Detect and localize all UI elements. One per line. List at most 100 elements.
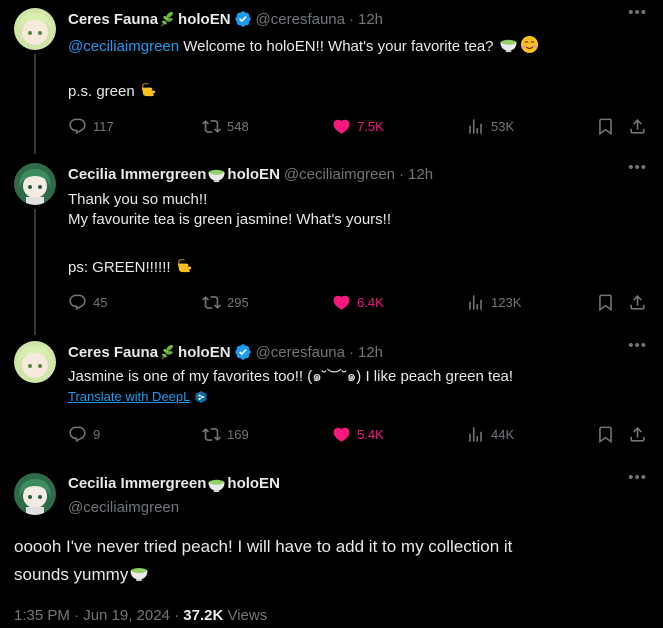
repost-count: 295 [227, 294, 249, 310]
reply-count: 117 [93, 118, 114, 134]
pointing-hand-icon [140, 80, 159, 99]
thread-line [34, 54, 36, 150]
reply-button[interactable]: 9 [68, 424, 100, 444]
author-name[interactable]: Cecilia Immergreen [68, 166, 206, 183]
author-name-suffix[interactable]: holoEN [178, 344, 231, 361]
focused-tweet: Cecilia Immergreen holoEN @ceciliaimgree… [0, 465, 663, 628]
tweet-text-line: p.s. green [68, 83, 135, 100]
repost-icon [202, 425, 221, 444]
repost-button[interactable]: 169 [202, 424, 249, 444]
tweet-1[interactable]: Ceres Fauna holoEN @ceresfauna · 12h •••… [0, 0, 663, 150]
pointing-hand-icon [176, 256, 195, 275]
tweet-text: ooooh I've never tried peach! I will hav… [14, 533, 614, 589]
more-icon[interactable]: ••• [628, 337, 647, 354]
action-bar: 117 548 7.5K 53K [68, 116, 658, 136]
bookmark-button[interactable] [596, 116, 615, 136]
tweet-text-line: ps: GREEN!!!!!! [68, 259, 171, 276]
timestamp[interactable]: 12h [408, 166, 433, 183]
avatar[interactable] [14, 163, 56, 205]
translate-label[interactable]: Translate with DeepL [68, 389, 190, 404]
repost-count: 169 [227, 426, 249, 442]
reply-icon [68, 117, 87, 136]
author-name-suffix[interactable]: holoEN [227, 166, 280, 183]
bookmark-icon [596, 425, 615, 444]
like-button[interactable]: 6.4K [332, 292, 384, 312]
share-icon [628, 293, 647, 312]
thread-line [34, 330, 36, 334]
views-label: Views [223, 607, 268, 624]
views-button[interactable]: 123K [466, 292, 521, 312]
author-name-line[interactable]: Cecilia Immergreen holoEN [68, 474, 280, 494]
repost-button[interactable]: 295 [202, 292, 249, 312]
like-button[interactable]: 5.4K [332, 424, 384, 444]
post-time[interactable]: 1:35 PM · Jun 19, 2024 · [14, 607, 183, 624]
matcha-bowl-icon [207, 165, 226, 184]
timestamp[interactable]: 12h [358, 344, 383, 361]
view-count: 44K [491, 426, 515, 442]
bookmark-button[interactable] [596, 292, 615, 312]
views-icon [466, 293, 485, 312]
translate-link[interactable]: Translate with DeepL [68, 389, 208, 404]
author-name-suffix[interactable]: holoEN [227, 474, 280, 494]
author-name-suffix[interactable]: holoEN [178, 11, 231, 28]
leaf-icon [159, 10, 177, 28]
tweet-3[interactable]: Ceres Fauna holoEN @ceresfauna · 12h •••… [0, 330, 663, 463]
thread-line [34, 150, 36, 154]
repost-icon [202, 117, 221, 136]
like-button[interactable]: 7.5K [332, 116, 384, 136]
share-icon [628, 117, 647, 136]
heart-icon [332, 293, 351, 312]
thread-line [34, 209, 36, 335]
leaf-icon [159, 343, 177, 361]
avatar[interactable] [14, 8, 56, 50]
matcha-bowl-icon [129, 563, 149, 583]
tweet-text-line-1: Thank you so much!! [68, 191, 208, 208]
action-bar: 9 169 5.4K 44K [68, 424, 658, 444]
reply-button[interactable]: 45 [68, 292, 107, 312]
author-name[interactable]: Ceres Fauna [68, 344, 158, 361]
tweet-text-ps: p.s. green [68, 80, 160, 102]
smiling-face-icon [520, 35, 539, 54]
tweet-2[interactable]: Cecilia Immergreen holoEN @ceciliaimgree… [0, 150, 663, 335]
reply-icon [68, 293, 87, 312]
author-handle[interactable]: @ceresfauna [256, 11, 345, 28]
views-icon [466, 425, 485, 444]
views-button[interactable]: 44K [466, 424, 514, 444]
view-count: 37.2K [183, 607, 224, 624]
reply-icon [68, 425, 87, 444]
share-button[interactable] [628, 424, 647, 444]
author-handle[interactable]: @ceciliaimgreen [68, 498, 280, 518]
author-name[interactable]: Ceres Fauna [68, 11, 158, 28]
share-button[interactable] [628, 116, 647, 136]
matcha-bowl-icon [499, 35, 518, 54]
author-name[interactable]: Cecilia Immergreen [68, 474, 206, 494]
view-count: 53K [491, 118, 515, 134]
more-icon[interactable]: ••• [628, 4, 647, 21]
bookmark-icon [596, 117, 615, 136]
tweet-text-line-1: ooooh I've never tried peach! I will hav… [14, 537, 513, 556]
more-icon[interactable]: ••• [628, 159, 647, 176]
separator-dot: · [349, 10, 354, 28]
reply-button[interactable]: 117 [68, 116, 114, 136]
timestamp[interactable]: 12h [358, 11, 383, 28]
deepl-icon [195, 390, 207, 403]
avatar[interactable] [14, 341, 56, 383]
author-handle[interactable]: @ceciliaimgreen [284, 166, 395, 183]
separator-dot: · [349, 343, 354, 361]
mention-link[interactable]: @ceciliaimgreen [68, 38, 179, 55]
share-button[interactable] [628, 292, 647, 312]
bookmark-icon [596, 293, 615, 312]
tweet-text: @ceciliaimgreen Welcome to holoEN!! What… [68, 35, 540, 57]
like-count: 6.4K [357, 294, 384, 310]
tweet-text-ps: ps: GREEN!!!!!! [68, 256, 196, 278]
action-bar: 45 295 6.4K 123K [68, 292, 658, 312]
bookmark-button[interactable] [596, 424, 615, 444]
tweet-text-line: sounds yummy [14, 565, 129, 584]
more-icon[interactable]: ••• [628, 469, 647, 486]
repost-button[interactable]: 548 [202, 116, 249, 136]
verified-badge-icon [234, 10, 252, 28]
tweet-text-line-2: sounds yummy [14, 561, 614, 589]
avatar[interactable] [14, 473, 56, 515]
author-handle[interactable]: @ceresfauna [256, 344, 345, 361]
views-button[interactable]: 53K [466, 116, 514, 136]
